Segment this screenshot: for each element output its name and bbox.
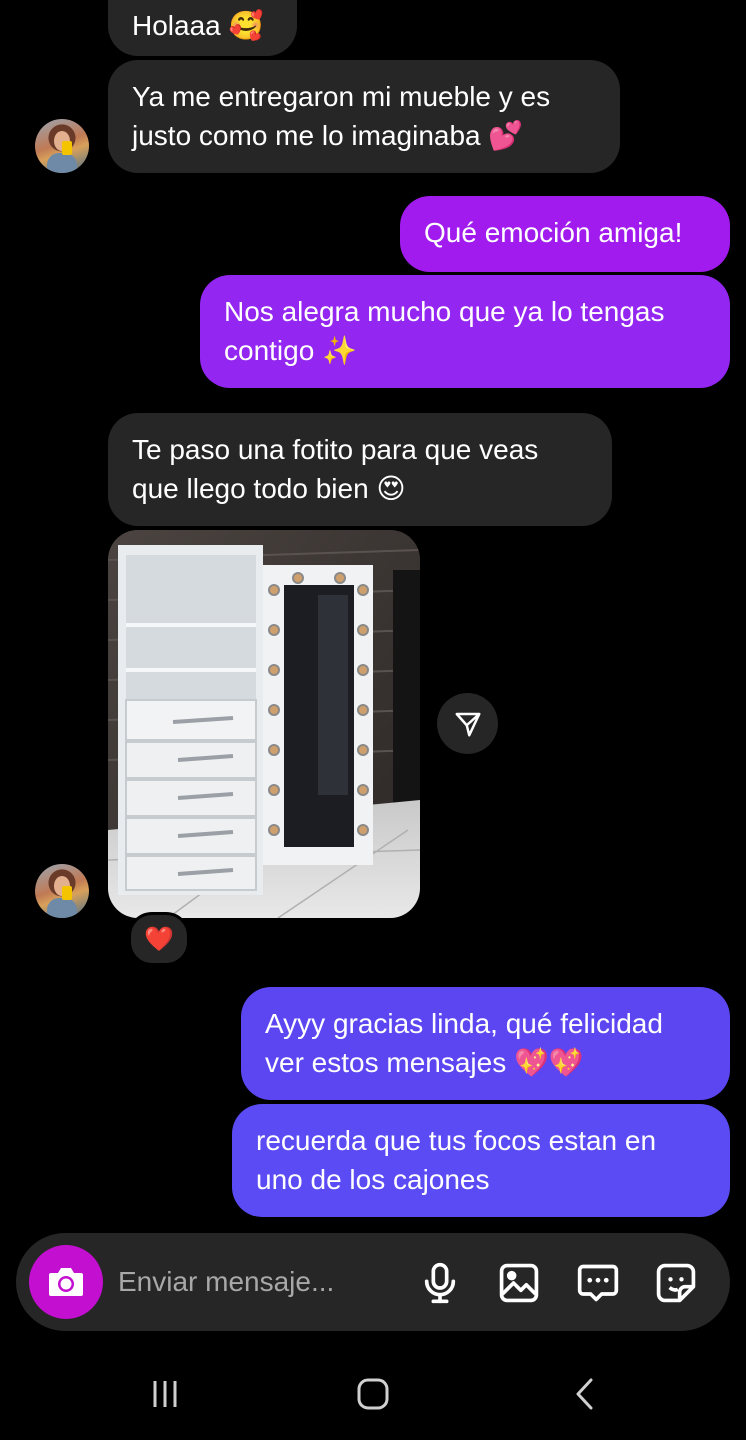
message-incoming-1[interactable]: Holaaa 🥰 — [108, 0, 297, 56]
contact-avatar-photo[interactable] — [35, 864, 89, 918]
recent-apps-icon[interactable] — [140, 1372, 190, 1416]
back-icon[interactable] — [560, 1372, 610, 1416]
message-incoming-2[interactable]: Ya me entregaron mi mueble y es justo co… — [108, 60, 620, 173]
camera-icon[interactable] — [29, 1245, 103, 1319]
message-outgoing-3[interactable]: Ayyy gracias linda, qué felicidad ver es… — [241, 987, 730, 1100]
message-incoming-3[interactable]: Te paso una fotito para que veas que lle… — [108, 413, 612, 526]
sticker-icon[interactable] — [652, 1259, 700, 1307]
home-icon[interactable] — [348, 1372, 398, 1416]
message-outgoing-4[interactable]: recuerda que tus focos estan en uno de l… — [232, 1104, 730, 1217]
message-outgoing-2[interactable]: Nos alegra mucho que ya lo tengas contig… — [200, 275, 730, 388]
furniture-photo[interactable] — [108, 530, 420, 918]
furniture-image — [108, 530, 420, 918]
chat-more-icon[interactable] — [574, 1259, 622, 1307]
heart-reaction[interactable]: ❤️ — [128, 912, 190, 966]
contact-avatar[interactable] — [35, 119, 89, 173]
gallery-icon[interactable] — [495, 1259, 543, 1307]
message-input[interactable]: Enviar mensaje... — [118, 1264, 334, 1300]
microphone-icon[interactable] — [416, 1259, 464, 1307]
share-icon[interactable] — [437, 693, 498, 754]
message-outgoing-1[interactable]: Qué emoción amiga! — [400, 196, 730, 272]
message-composer: Enviar mensaje... — [16, 1233, 730, 1331]
reaction-emoji: ❤️ — [144, 925, 174, 953]
